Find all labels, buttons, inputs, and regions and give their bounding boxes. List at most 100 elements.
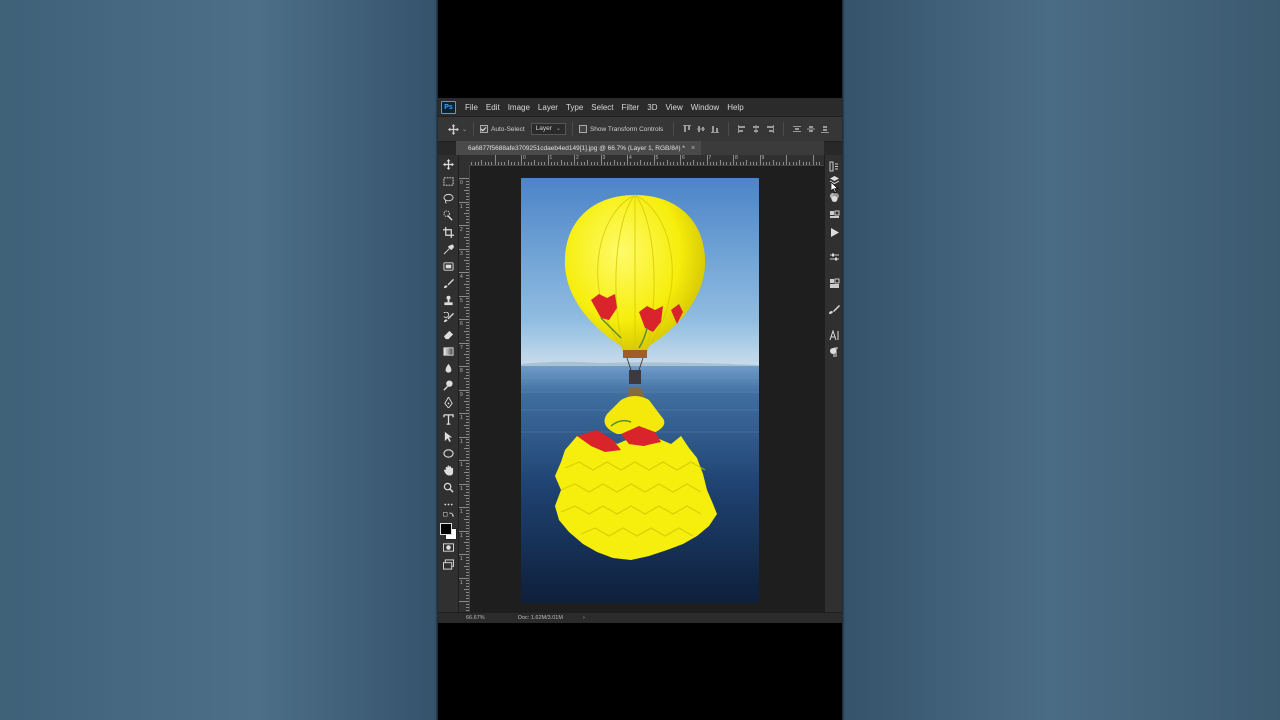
type-tool-icon[interactable] <box>442 413 454 425</box>
align-horizontal-centers-icon[interactable] <box>752 125 760 133</box>
ruler-tick <box>466 242 469 244</box>
ruler-tick <box>466 504 469 506</box>
align-top-edges-icon[interactable] <box>683 125 692 133</box>
ruler-tick <box>491 162 493 165</box>
menu-window[interactable]: Window <box>691 103 719 112</box>
character-panel-icon[interactable] <box>829 330 840 341</box>
actions-panel-icon[interactable] <box>829 227 840 238</box>
hand-tool-icon[interactable] <box>442 464 454 476</box>
document-canvas[interactable] <box>521 178 759 603</box>
eraser-tool-icon[interactable] <box>442 328 454 340</box>
menu-view[interactable]: View <box>666 103 683 112</box>
align-bottom-edges-icon[interactable] <box>711 125 720 133</box>
align-right-edges-icon[interactable] <box>766 125 775 133</box>
gradient-tool-icon[interactable] <box>442 345 454 357</box>
ruler-tick <box>812 155 814 165</box>
distribute-center-icon[interactable] <box>807 125 816 133</box>
menu-file[interactable]: File <box>465 103 478 112</box>
ruler-tick <box>466 457 469 459</box>
ruler-label: 4 <box>629 155 632 161</box>
ellipse-tool-icon[interactable] <box>442 447 454 459</box>
ruler-tick <box>623 162 625 165</box>
distribute-top-icon[interactable] <box>793 125 802 133</box>
pen-tool-icon[interactable] <box>442 396 454 408</box>
ruler-tick <box>709 162 711 165</box>
zoom-level[interactable]: 66.67% <box>466 615 518 621</box>
ruler-tick <box>466 339 469 341</box>
ruler-tick <box>507 160 509 165</box>
swap-colors-icon[interactable] <box>442 511 454 523</box>
ruler-tick <box>466 363 469 365</box>
auto-select-target-dropdown[interactable]: Layer ⌄ <box>530 123 566 135</box>
ruler-label: 2 <box>576 155 579 161</box>
ruler-tick <box>537 162 539 165</box>
eyedropper-tool-icon[interactable] <box>442 243 454 255</box>
show-transform-controls-checkbox[interactable]: Show Transform Controls <box>578 125 663 133</box>
quick-select-tool-icon[interactable] <box>442 209 454 221</box>
menu-3d[interactable]: 3D <box>647 103 657 112</box>
screen-mode-icon[interactable] <box>442 558 454 570</box>
brush-panel-icon[interactable] <box>829 304 840 315</box>
move-tool-icon[interactable] <box>442 158 454 170</box>
document-tab[interactable]: 6a6877f5688afe3709251cdaeb4ed149[1].jpg … <box>456 141 702 155</box>
quick-mask-icon[interactable] <box>442 541 454 553</box>
ruler-tick <box>466 551 469 553</box>
frame-tool-icon[interactable] <box>442 260 454 272</box>
ruler-tick <box>464 330 469 332</box>
marquee-tool-icon[interactable] <box>442 175 454 187</box>
paragraph-panel-icon[interactable] <box>829 347 840 358</box>
more-tools-icon[interactable] <box>442 498 454 510</box>
menu-type[interactable]: Type <box>566 103 583 112</box>
adjustments-panel-icon[interactable] <box>829 278 840 289</box>
menu-select[interactable]: Select <box>591 103 613 112</box>
properties-panel-icon[interactable] <box>829 252 840 263</box>
channels-panel-icon[interactable] <box>829 192 840 203</box>
menu-layer[interactable]: Layer <box>538 103 558 112</box>
dodge-tool-icon[interactable] <box>442 379 454 391</box>
ruler-tick <box>464 495 469 497</box>
ruler-label: 4 <box>460 274 463 280</box>
brush-tool-icon[interactable] <box>442 277 454 289</box>
crop-tool-icon[interactable] <box>442 226 454 238</box>
align-vertical-centers-icon[interactable] <box>697 125 706 133</box>
ruler-tick <box>466 336 469 338</box>
lasso-tool-icon[interactable] <box>442 192 454 204</box>
menu-edit[interactable]: Edit <box>486 103 500 112</box>
ruler-tick <box>680 155 681 165</box>
chevron-down-icon: ⌄ <box>555 126 561 132</box>
ruler-tick <box>459 319 469 320</box>
ruler-tick <box>466 395 469 397</box>
ruler-label: 3 <box>602 155 606 161</box>
auto-select-checkbox[interactable]: Auto-Select <box>480 125 525 133</box>
ruler-tick <box>466 274 469 276</box>
vertical-ruler: 0 1 2 3 4 5 6 7 8 9 1 1 1 1 1 1 1 1 <box>459 165 470 617</box>
ruler-tick <box>466 180 469 182</box>
foreground-color-swatch[interactable] <box>440 523 452 535</box>
ruler-tick <box>653 155 655 165</box>
move-tool-preset-icon[interactable]: ⌄ <box>448 123 467 135</box>
ruler-tick <box>459 436 469 438</box>
blur-tool-icon[interactable] <box>442 362 454 374</box>
zoom-tool-icon[interactable] <box>442 481 454 493</box>
history-brush-tool-icon[interactable] <box>442 311 454 323</box>
path-select-tool-icon[interactable] <box>442 430 454 442</box>
ruler-tick <box>466 383 469 385</box>
align-left-edges-icon[interactable] <box>738 125 746 133</box>
ruler-tick <box>670 162 672 165</box>
ruler-tick <box>459 554 469 555</box>
libraries-panel-icon[interactable] <box>829 209 840 220</box>
menu-image[interactable]: Image <box>508 103 530 112</box>
ruler-tick <box>466 592 469 594</box>
distribute-bottom-icon[interactable] <box>821 125 830 133</box>
stamp-tool-icon[interactable] <box>442 294 454 306</box>
auto-select-label: Auto-Select <box>491 125 525 133</box>
menu-help[interactable]: Help <box>727 103 743 112</box>
ruler-tick <box>574 155 575 165</box>
ruler-tick <box>686 162 688 165</box>
color-swatches[interactable] <box>440 523 457 540</box>
menu-filter[interactable]: Filter <box>622 103 640 112</box>
close-icon[interactable]: × <box>691 145 695 152</box>
history-panel-icon[interactable] <box>829 161 840 172</box>
canvas-area[interactable]: 0 1 2 3 4 5 6 7 8 9 0 1 2 3 4 5 6 7 8 9 1 1 1 1 1 1 1 1 <box>459 155 824 617</box>
status-menu-arrow-icon[interactable]: › <box>583 615 585 621</box>
